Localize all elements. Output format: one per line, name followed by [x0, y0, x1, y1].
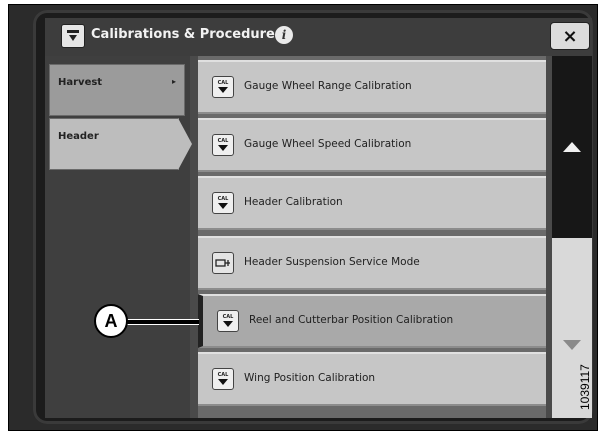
icon-text: CAL [217, 138, 229, 144]
list-item-label: Wing Position Calibration [244, 372, 376, 384]
list-item-wing-position-calibration[interactable]: CAL Wing Position Calibration [198, 352, 546, 406]
list-item-label: Gauge Wheel Speed Calibration [244, 138, 412, 150]
list-item-reel-and-cutterbar-position-calibration[interactable]: CAL Reel and Cutterbar Position Calibrat… [198, 294, 546, 348]
icon-text: CAL [222, 314, 234, 320]
calibration-icon: CAL [212, 368, 234, 390]
sidebar-item-harvest[interactable]: Harvest ▸ [49, 64, 185, 116]
icon-text: CAL [217, 196, 229, 202]
list-item-gauge-wheel-speed-calibration[interactable]: CAL Gauge Wheel Speed Calibration [198, 118, 546, 172]
close-button[interactable]: × [550, 22, 590, 50]
list-item-label: Header Calibration [244, 196, 343, 208]
list-item-header-suspension-service-mode[interactable]: Header Suspension Service Mode [198, 236, 546, 290]
list-item-label: Header Suspension Service Mode [244, 256, 420, 268]
scroll-down-icon[interactable] [563, 340, 581, 350]
callout-letter: A [104, 310, 118, 331]
title-bar: Calibrations & Procedures i × [45, 18, 592, 56]
info-icon[interactable]: i [275, 26, 293, 44]
sidebar-item-label: Header [58, 131, 99, 142]
service-icon [212, 252, 234, 274]
sidebar-item-header[interactable]: Header [49, 118, 192, 170]
calibration-icon: CAL [212, 76, 234, 98]
calibration-icon: CAL [212, 192, 234, 214]
calibration-menu-icon [61, 24, 85, 48]
sidebar: Harvest ▸ Header [45, 56, 192, 418]
window-title: Calibrations & Procedures [91, 27, 283, 42]
list-item-gauge-wheel-range-calibration[interactable]: CAL Gauge Wheel Range Calibration [198, 60, 546, 114]
list-item-header-calibration[interactable]: CAL Header Calibration [198, 176, 546, 230]
callout-marker: A [94, 304, 128, 338]
list-item-label: Reel and Cutterbar Position Calibration [249, 314, 454, 326]
scroll-up-button[interactable] [552, 56, 592, 238]
close-icon: × [562, 25, 578, 47]
scroll-up-icon [563, 142, 581, 152]
figure-number: 1039117 [578, 364, 592, 410]
icon-text: CAL [217, 372, 229, 378]
list-item-label: Gauge Wheel Range Calibration [244, 80, 412, 92]
callout-leader-line [127, 319, 199, 325]
info-glyph: i [281, 28, 287, 42]
sidebar-item-label: Harvest [58, 77, 103, 88]
calibration-icon: CAL [212, 134, 234, 156]
chevron-right-icon: ▸ [171, 77, 176, 86]
procedure-list: CAL Gauge Wheel Range Calibration CAL Ga… [198, 56, 546, 418]
icon-text: CAL [217, 80, 229, 86]
calibration-icon: CAL [217, 310, 239, 332]
display-screen: Calibrations & Procedures i × Harvest ▸ … [45, 18, 592, 418]
